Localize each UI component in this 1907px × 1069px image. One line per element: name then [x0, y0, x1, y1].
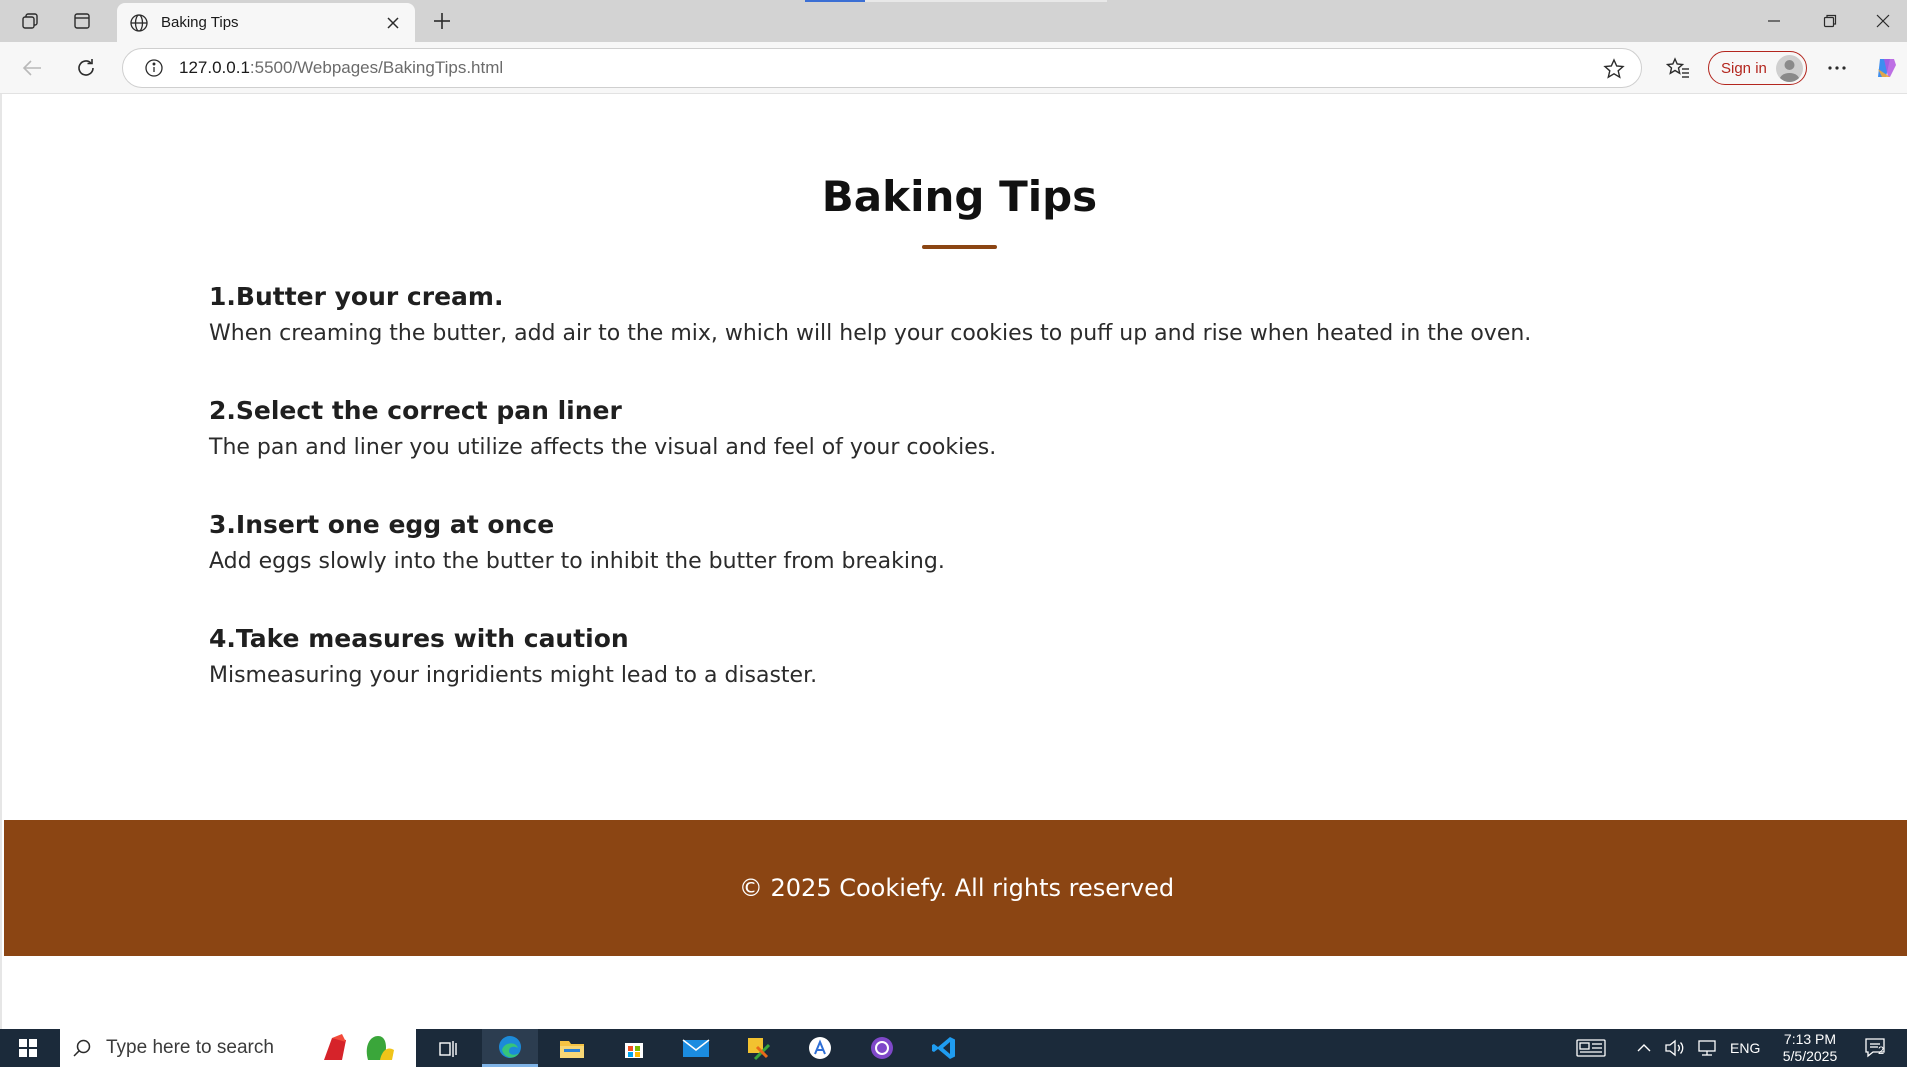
refresh-icon[interactable] [70, 52, 102, 84]
site-info-icon[interactable] [143, 57, 165, 79]
address-bar[interactable]: 127.0.0.1:5500/Webpages/BakingTips.html [122, 48, 1642, 88]
restore-icon[interactable] [1802, 4, 1858, 38]
browser-toolbar: 127.0.0.1:5500/Webpages/BakingTips.html … [0, 42, 1907, 94]
tip-heading: 1.Butter your cream. [209, 282, 504, 311]
tip-1: 1.Butter your cream. When creaming the b… [209, 282, 1709, 346]
search-highlight-icon[interactable] [320, 1032, 410, 1069]
tip-heading: 3.Insert one egg at once [209, 510, 555, 539]
show-hidden-icons-icon[interactable] [1636, 1029, 1652, 1067]
windows-start-icon[interactable] [0, 1029, 56, 1067]
tip-text: Add eggs slowly into the butter to inhib… [209, 549, 945, 574]
clock-time: 7:13 PM [1783, 1031, 1837, 1047]
taskbar: Type here to search ENG 7:13 PM 5/5/2025… [0, 1029, 1907, 1067]
url-host: 127.0.0.1 [179, 58, 250, 77]
tab-title: Baking Tips [161, 14, 239, 31]
edge-icon[interactable] [482, 1029, 538, 1067]
language-label: ENG [1730, 1040, 1761, 1056]
tip-heading: 2.Select the correct pan liner [209, 396, 622, 425]
search-icon [73, 1039, 91, 1057]
close-window-icon[interactable] [1858, 4, 1907, 38]
favorite-star-icon[interactable] [1603, 58, 1625, 80]
title-underline [922, 245, 997, 249]
url-text: 127.0.0.1:5500/Webpages/BakingTips.html [179, 58, 503, 78]
page-footer: © 2025 Cookiefy. All rights reserved [4, 820, 1907, 956]
tab-strip: Baking Tips [0, 0, 1907, 42]
favorites-icon[interactable] [1664, 54, 1692, 82]
language-indicator[interactable]: ENG [1730, 1029, 1760, 1067]
back-icon[interactable] [16, 52, 48, 84]
page-viewport: Baking Tips 1.Butter your cream. When cr… [0, 94, 1907, 1029]
news-widget-icon[interactable] [1576, 1029, 1606, 1067]
task-view-icon[interactable] [420, 1029, 476, 1067]
tip-heading: 4.Take measures with caution [209, 624, 629, 653]
globe-icon [130, 13, 148, 32]
page-title: Baking Tips [821, 172, 1098, 221]
tip-text: When creaming the butter, add air to the… [209, 321, 1532, 346]
github-desktop-icon[interactable] [854, 1029, 910, 1067]
microsoft-store-icon[interactable] [606, 1029, 662, 1067]
copilot-icon[interactable] [1873, 54, 1901, 82]
sticky-tools-icon[interactable] [730, 1029, 786, 1067]
taskbar-search[interactable]: Type here to search [60, 1029, 416, 1067]
close-tab-icon[interactable] [383, 13, 403, 33]
tip-text: The pan and liner you utilize affects th… [209, 435, 997, 460]
vscode-icon[interactable] [916, 1029, 972, 1067]
tab-baking-tips[interactable]: Baking Tips [117, 3, 415, 42]
notifications-icon[interactable]: 2 [1864, 1029, 1888, 1067]
clock-date: 5/5/2025 [1782, 1048, 1838, 1064]
vertical-tabs-icon[interactable] [68, 7, 96, 35]
tip-3: 3.Insert one egg at once Add eggs slowly… [209, 510, 1709, 574]
footer-copyright: © 2025 Cookiefy. All rights reserved [738, 874, 1175, 902]
mail-icon[interactable] [668, 1029, 724, 1067]
clock[interactable]: 7:13 PM 5/5/2025 [1770, 1031, 1850, 1065]
volume-icon[interactable] [1664, 1029, 1686, 1067]
tip-2: 2.Select the correct pan liner The pan a… [209, 396, 1709, 460]
network-icon[interactable] [1696, 1029, 1718, 1067]
file-explorer-icon[interactable] [544, 1029, 600, 1067]
search-placeholder: Type here to search [106, 1037, 274, 1058]
sign-in-button[interactable]: Sign in [1708, 51, 1807, 85]
workspaces-icon[interactable] [16, 7, 44, 35]
android-studio-icon[interactable] [792, 1029, 848, 1067]
url-path: :5500/Webpages/BakingTips.html [249, 58, 504, 77]
tip-4: 4.Take measures with caution Mismeasurin… [209, 624, 1709, 688]
new-tab-icon[interactable] [428, 7, 456, 35]
sign-in-label: Sign in [1721, 59, 1767, 77]
notification-count: 2 [1878, 1045, 1885, 1057]
loading-progress [805, 0, 865, 2]
more-options-icon[interactable] [1823, 54, 1851, 82]
loading-progress-track [865, 0, 1107, 2]
avatar [1776, 55, 1803, 82]
tip-text: Mismeasuring your ingridients might lead… [209, 663, 818, 688]
minimize-icon[interactable] [1746, 4, 1802, 38]
